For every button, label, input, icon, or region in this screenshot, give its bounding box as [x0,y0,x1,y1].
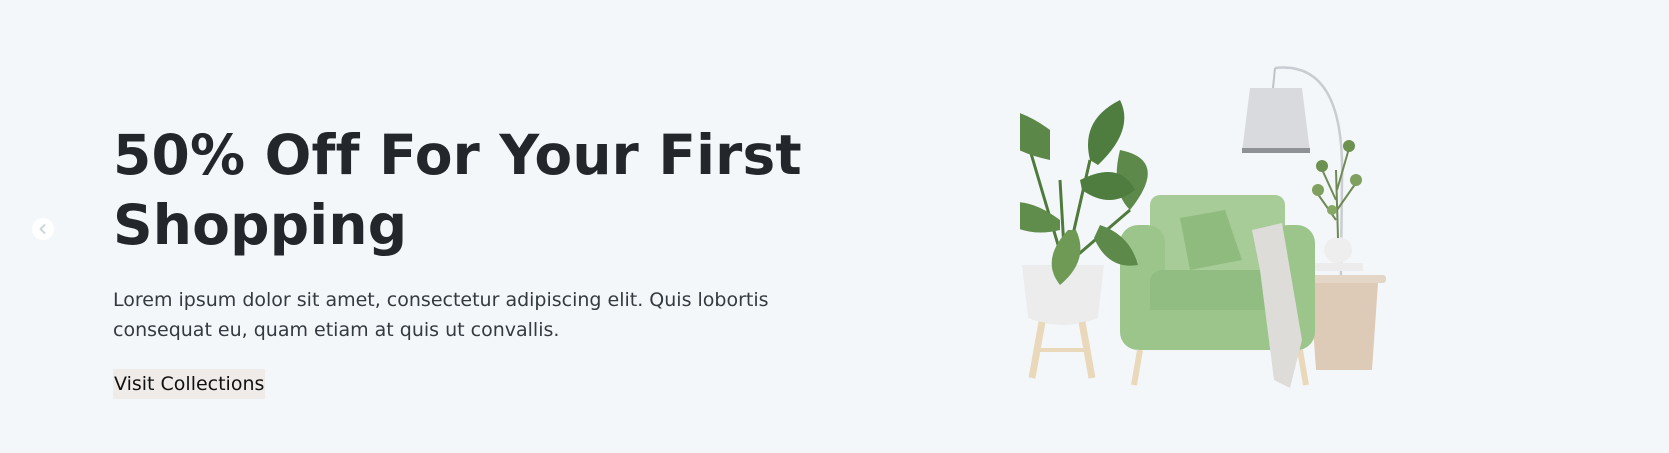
hero-content: 50% Off For Your First Shopping Lorem ip… [113,120,873,399]
carousel-prev-button[interactable] [32,218,54,240]
hero-banner: 50% Off For Your First Shopping Lorem ip… [0,0,1669,453]
hero-description: Lorem ipsum dolor sit amet, consectetur … [113,289,769,341]
furniture-illustration [1020,66,1386,388]
visit-collections-button[interactable]: Visit Collections [113,369,266,399]
armchair [1120,195,1315,388]
chevron-left-icon [39,224,46,234]
hero-title: 50% Off For Your First Shopping [113,123,802,257]
